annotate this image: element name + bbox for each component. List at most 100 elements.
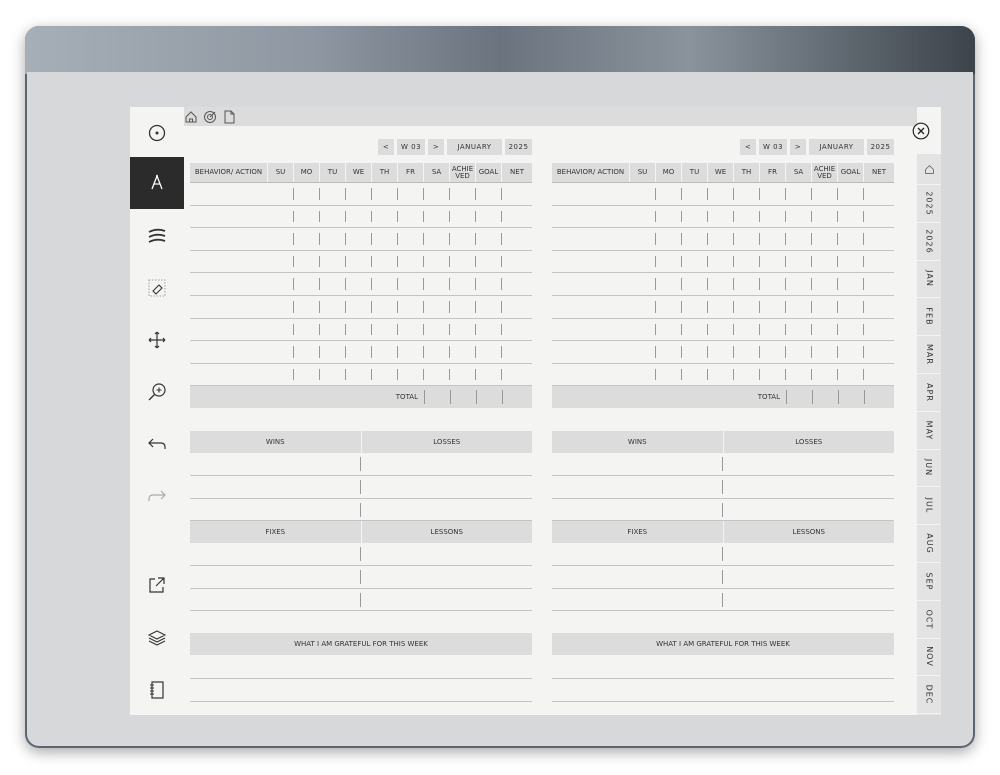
table-cell[interactable] bbox=[760, 210, 786, 223]
table-cell[interactable] bbox=[320, 300, 346, 313]
table-cell[interactable] bbox=[372, 368, 398, 381]
table-cell[interactable] bbox=[760, 278, 786, 290]
undo-icon[interactable] bbox=[130, 418, 184, 470]
table-cell[interactable] bbox=[476, 323, 502, 336]
table-cell[interactable] bbox=[656, 323, 682, 336]
table-cell[interactable] bbox=[190, 346, 268, 358]
table-cell[interactable] bbox=[812, 278, 838, 290]
table-cell[interactable] bbox=[682, 188, 708, 200]
table-row[interactable] bbox=[552, 206, 894, 229]
total-cell[interactable] bbox=[450, 390, 476, 405]
next-week-button[interactable]: > bbox=[428, 139, 444, 155]
table-cell[interactable] bbox=[398, 188, 424, 200]
table-cell[interactable] bbox=[760, 346, 786, 358]
table-cell[interactable] bbox=[682, 278, 708, 290]
table-cell[interactable] bbox=[682, 255, 708, 268]
table-row[interactable] bbox=[190, 364, 532, 387]
table-cell[interactable] bbox=[786, 368, 812, 381]
table-cell[interactable] bbox=[552, 369, 630, 381]
table-cell[interactable] bbox=[682, 210, 708, 223]
table-cell[interactable] bbox=[268, 300, 294, 313]
table-cell[interactable] bbox=[760, 368, 786, 381]
table-cell[interactable] bbox=[656, 368, 682, 381]
tab-dec[interactable]: DEC bbox=[917, 676, 941, 715]
total-cell[interactable] bbox=[476, 390, 502, 405]
table-cell[interactable] bbox=[450, 323, 476, 336]
table-cell[interactable] bbox=[812, 255, 838, 268]
tab-jun[interactable]: JUN bbox=[917, 450, 941, 488]
move-icon[interactable] bbox=[130, 314, 184, 366]
table-cell[interactable] bbox=[346, 368, 372, 381]
table-cell[interactable] bbox=[268, 210, 294, 223]
table-cell[interactable] bbox=[812, 323, 838, 336]
table-cell[interactable] bbox=[268, 233, 294, 245]
table-cell[interactable] bbox=[812, 368, 838, 381]
table-cell[interactable] bbox=[864, 369, 894, 381]
table-cell[interactable] bbox=[682, 346, 708, 358]
zoom-icon[interactable] bbox=[130, 366, 184, 418]
table-row[interactable] bbox=[190, 183, 532, 206]
pen-selector-icon[interactable] bbox=[130, 107, 184, 159]
table-cell[interactable] bbox=[786, 300, 812, 313]
table-cell[interactable] bbox=[864, 256, 894, 268]
table-cell[interactable] bbox=[864, 346, 894, 358]
menu-lines-icon[interactable] bbox=[130, 210, 184, 262]
table-cell[interactable] bbox=[424, 255, 450, 268]
home-icon[interactable] bbox=[184, 109, 198, 123]
table-cell[interactable] bbox=[294, 210, 320, 223]
table-cell[interactable] bbox=[656, 233, 682, 245]
table-cell[interactable] bbox=[398, 323, 424, 336]
table-cell[interactable] bbox=[294, 368, 320, 381]
table-cell[interactable] bbox=[630, 346, 656, 358]
table-cell[interactable] bbox=[398, 300, 424, 313]
export-icon[interactable] bbox=[130, 559, 184, 611]
tab-may[interactable]: MAY bbox=[917, 412, 941, 450]
table-cell[interactable] bbox=[476, 278, 502, 290]
table-cell[interactable] bbox=[786, 188, 812, 200]
table-cell[interactable] bbox=[812, 233, 838, 245]
table-row[interactable] bbox=[552, 251, 894, 274]
table-cell[interactable] bbox=[630, 368, 656, 381]
table-cell[interactable] bbox=[786, 210, 812, 223]
table-cell[interactable] bbox=[708, 323, 734, 336]
table-cell[interactable] bbox=[682, 233, 708, 245]
table-cell[interactable] bbox=[502, 324, 532, 336]
table-cell[interactable] bbox=[838, 323, 864, 336]
table-cell[interactable] bbox=[320, 210, 346, 223]
table-cell[interactable] bbox=[708, 300, 734, 313]
table-cell[interactable] bbox=[450, 210, 476, 223]
tab-home[interactable] bbox=[917, 154, 941, 185]
table-cell[interactable] bbox=[320, 278, 346, 290]
table-cell[interactable] bbox=[320, 368, 346, 381]
table-cell[interactable] bbox=[398, 210, 424, 223]
table-cell[interactable] bbox=[346, 210, 372, 223]
table-cell[interactable] bbox=[294, 278, 320, 290]
table-cell[interactable] bbox=[552, 188, 630, 200]
table-cell[interactable] bbox=[760, 323, 786, 336]
table-cell[interactable] bbox=[838, 188, 864, 200]
table-cell[interactable] bbox=[450, 278, 476, 290]
table-cell[interactable] bbox=[838, 368, 864, 381]
table-cell[interactable] bbox=[502, 278, 532, 290]
tab-nov[interactable]: NOV bbox=[917, 639, 941, 677]
table-cell[interactable] bbox=[630, 233, 656, 245]
table-cell[interactable] bbox=[372, 255, 398, 268]
table-cell[interactable] bbox=[346, 233, 372, 245]
table-cell[interactable] bbox=[552, 324, 630, 336]
table-cell[interactable] bbox=[838, 233, 864, 245]
tab-jul[interactable]: JUL bbox=[917, 487, 941, 526]
table-cell[interactable] bbox=[734, 346, 760, 358]
table-cell[interactable] bbox=[656, 255, 682, 268]
table-cell[interactable] bbox=[760, 233, 786, 245]
year-button[interactable]: 2025 bbox=[867, 139, 894, 155]
table-row[interactable] bbox=[552, 296, 894, 319]
total-cell[interactable] bbox=[838, 390, 864, 405]
table-cell[interactable] bbox=[398, 278, 424, 290]
redo-icon[interactable] bbox=[130, 470, 184, 522]
table-cell[interactable] bbox=[450, 300, 476, 313]
table-cell[interactable] bbox=[552, 233, 630, 245]
table-cell[interactable] bbox=[812, 346, 838, 358]
table-cell[interactable] bbox=[502, 211, 532, 223]
table-cell[interactable] bbox=[320, 188, 346, 200]
table-cell[interactable] bbox=[424, 188, 450, 200]
